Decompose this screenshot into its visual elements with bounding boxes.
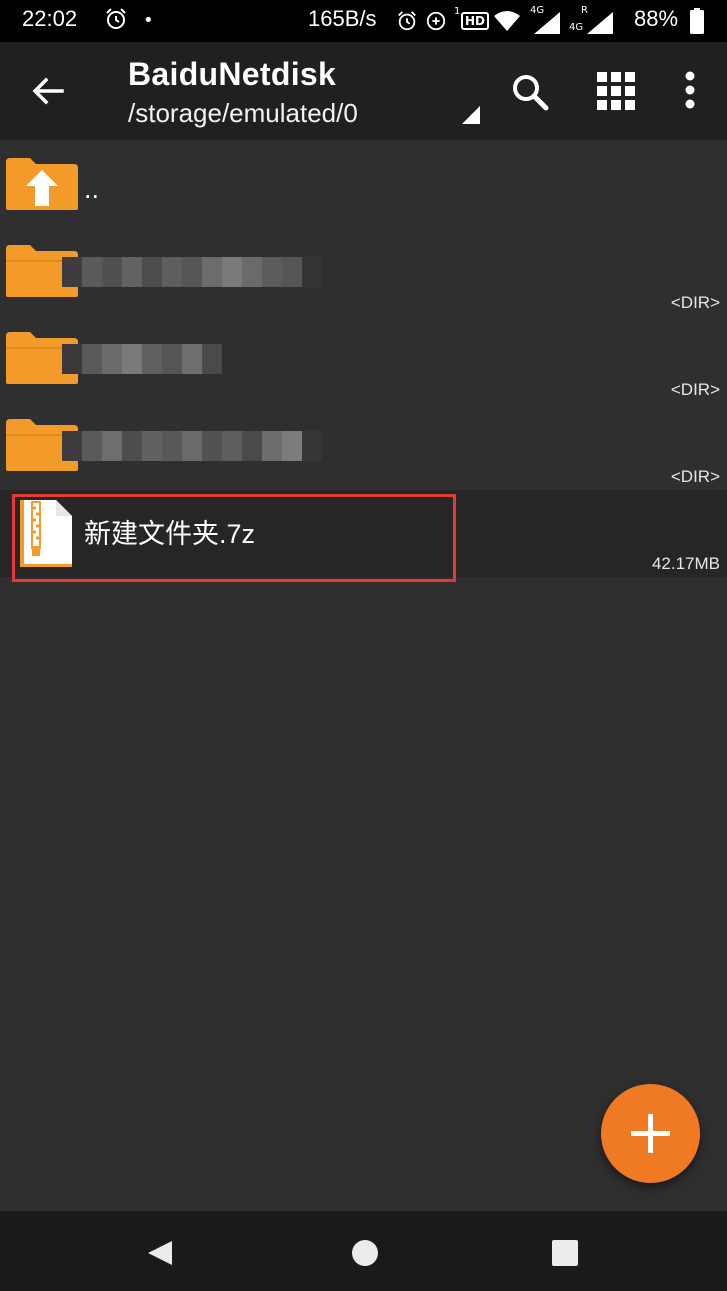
redacted-name	[62, 431, 322, 461]
sim-slot-number: 1	[454, 6, 461, 17]
status-icons: 1 HD 4G R 4G	[396, 5, 615, 36]
wifi-icon	[494, 11, 520, 31]
signal-4g-1: 4G	[528, 5, 562, 34]
hd-badge: 1 HD	[454, 6, 490, 34]
status-bar: 22:02 • 165B/s 1 HD 4G R 4G 88%	[0, 0, 727, 42]
status-time: 22:02	[22, 6, 78, 31]
file-meta: <DIR>	[670, 380, 720, 399]
app-bar: BaiduNetdisk /storage/emulated/0	[0, 42, 727, 140]
current-path[interactable]: /storage/emulated/0	[128, 98, 358, 129]
battery-icon	[690, 8, 704, 34]
file-name: ..	[84, 174, 100, 204]
data-saver-icon	[426, 11, 446, 31]
notification-dot: •	[143, 10, 154, 31]
grid-view-icon[interactable]	[597, 72, 635, 110]
folder-up-icon	[6, 158, 78, 210]
nav-back-icon[interactable]	[146, 1239, 174, 1267]
list-item[interactable]: <DIR>	[0, 227, 727, 314]
alarm-icon	[398, 11, 416, 31]
file-meta: <DIR>	[670, 467, 720, 486]
back-arrow-icon[interactable]	[30, 73, 66, 109]
page-title: BaiduNetdisk	[128, 56, 337, 92]
redacted-name	[62, 257, 322, 287]
add-icon-bar	[631, 1131, 670, 1136]
highlight-box	[12, 494, 456, 582]
network-speed: 165B/s	[308, 6, 377, 31]
add-button[interactable]	[601, 1084, 700, 1183]
net-type-label: 4G	[569, 22, 584, 33]
list-item-parent[interactable]: ..	[0, 140, 727, 227]
alarm-icon	[106, 8, 126, 29]
search-icon[interactable]	[510, 72, 550, 112]
list-item[interactable]: <DIR>	[0, 314, 727, 401]
path-dropdown-icon[interactable]	[460, 104, 480, 124]
file-meta: <DIR>	[670, 293, 720, 312]
nav-home-icon[interactable]	[352, 1240, 378, 1266]
more-vert-icon[interactable]	[680, 70, 700, 110]
redacted-name	[62, 344, 222, 374]
list-item[interactable]: <DIR>	[0, 401, 727, 488]
signal-4g-2: R 4G	[569, 5, 615, 34]
system-nav-bar	[0, 1211, 727, 1291]
nav-recents-icon[interactable]	[552, 1240, 578, 1266]
battery-percent: 88%	[634, 6, 679, 31]
file-size: 42.17MB	[651, 554, 720, 573]
hd-label: HD	[461, 12, 490, 30]
